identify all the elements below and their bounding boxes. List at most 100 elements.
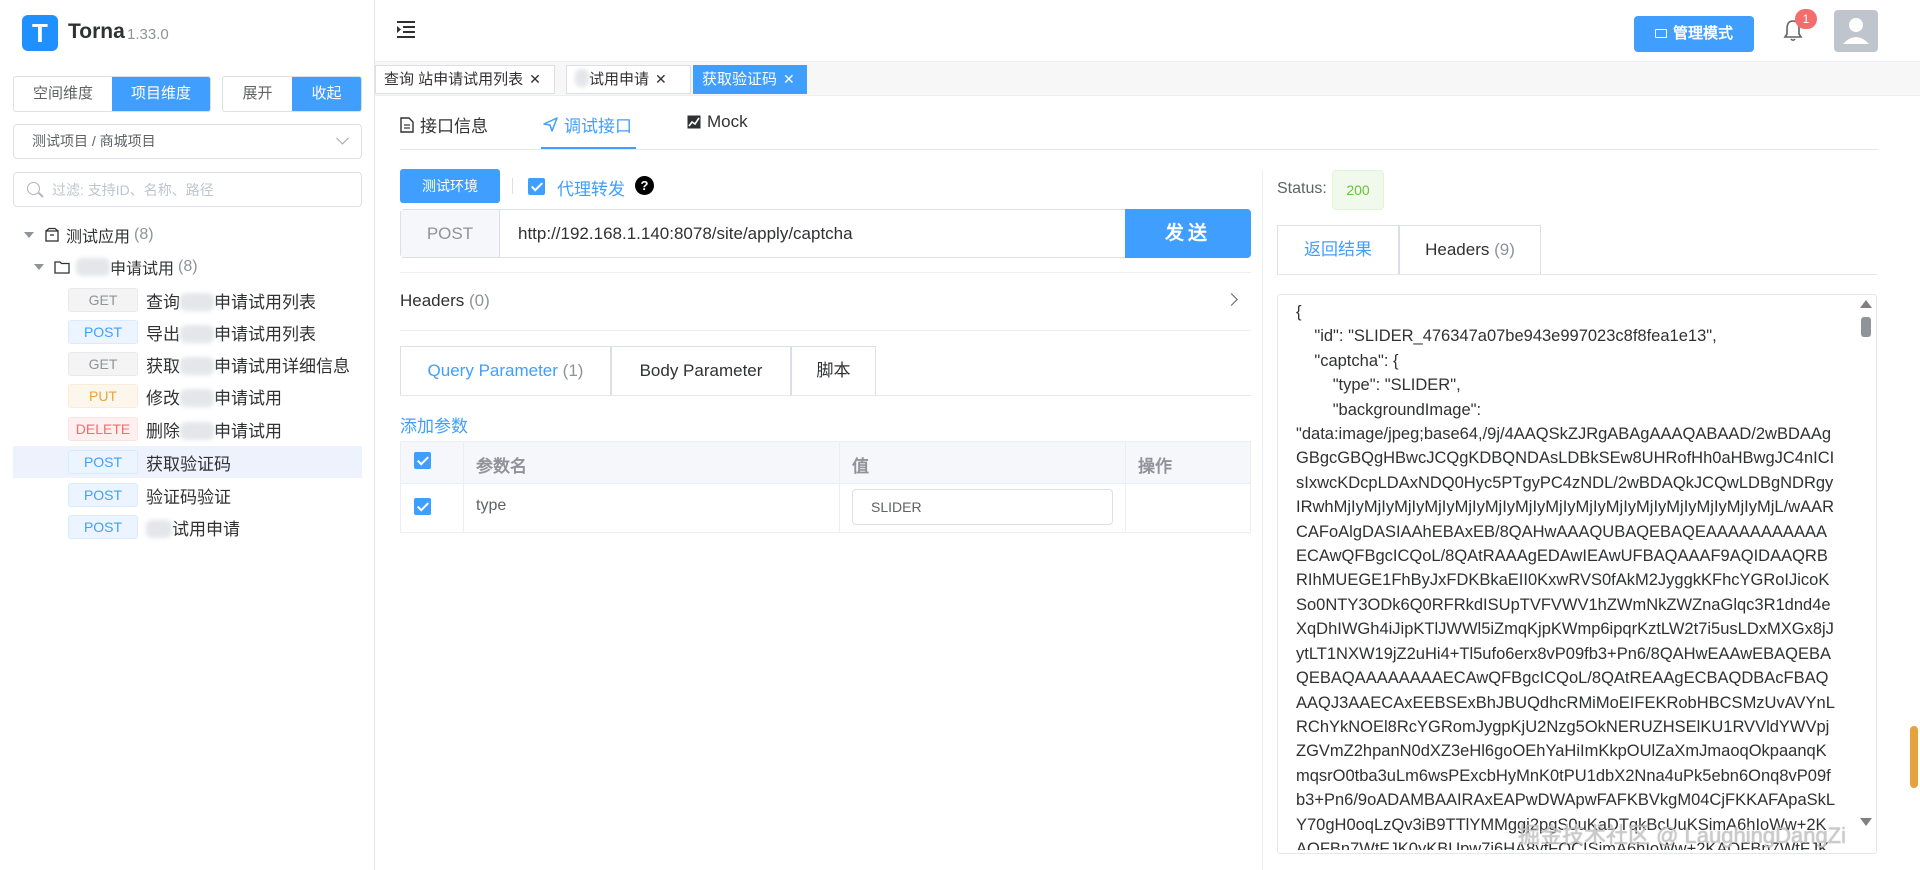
api-item-get-detail[interactable]: GET 获取 申请试用详细信息 [13, 348, 362, 380]
api-item-update[interactable]: PUT 修改 申请试用 [13, 380, 362, 412]
method-badge: POST [68, 320, 138, 344]
question-icon[interactable]: ? [635, 176, 654, 195]
headers-title: Headers (0) [400, 291, 490, 311]
api-name: 申请试用 [214, 421, 282, 441]
test-environment-button[interactable]: 测试环境 [400, 169, 500, 203]
tab-query-list[interactable]: 查询 站申请试用列表 ✕ [375, 65, 555, 94]
close-icon[interactable]: ✕ [529, 71, 541, 87]
param-name-cell: type [476, 497, 507, 514]
box-icon [45, 227, 59, 242]
headers-count: (9) [1494, 240, 1515, 259]
divider [1277, 274, 1877, 275]
project-select-value: 测试项目 / 商城项目 [32, 133, 156, 149]
api-item-get-captcha[interactable]: POST 获取验证码 [13, 446, 362, 478]
project-select[interactable]: 测试项目 / 商城项目 [13, 124, 362, 159]
tab-response-result[interactable]: 返回结果 [1277, 225, 1399, 275]
api-name-prefix: 获取 [146, 356, 180, 376]
api-name: 申请试用详细信息 [214, 356, 350, 376]
menu-fold-icon[interactable] [396, 20, 416, 38]
headers-collapse[interactable] [400, 272, 1251, 331]
project-dimension-button[interactable]: 项目维度 [112, 77, 210, 111]
monitor-icon [1654, 29, 1667, 38]
proxy-checkbox[interactable] [528, 178, 545, 195]
proxy-label[interactable]: 代理转发 [557, 175, 625, 200]
redacted-text [180, 356, 214, 375]
chevron-down-icon [336, 131, 349, 145]
tab-label: Headers [1425, 240, 1490, 259]
headers-count: (0) [469, 291, 490, 310]
api-name: 获取验证码 [146, 454, 231, 474]
close-icon[interactable]: ✕ [655, 71, 667, 87]
method-badge: POST [68, 515, 138, 539]
admin-mode-label: 管理模式 [1672, 25, 1733, 42]
scroll-up-arrow-icon[interactable] [1860, 300, 1872, 308]
filter-input[interactable] [13, 172, 362, 207]
tab-body-parameter[interactable]: Body Parameter [611, 346, 791, 396]
method-badge: PUT [68, 384, 138, 408]
tree-root-label: 测试应用 [66, 229, 131, 246]
api-item-delete[interactable]: DELETE 删除 申请试用 [13, 413, 362, 445]
divider [463, 442, 464, 532]
method-select[interactable]: POST [401, 210, 500, 257]
dimension-toggle: 空间维度 项目维度 [13, 76, 211, 112]
tab-response-headers[interactable]: Headers (9) [1399, 225, 1541, 275]
tab-label: Query Parameter [427, 361, 558, 380]
notification-badge: 1 [1795, 9, 1817, 29]
redacted-text [146, 519, 172, 538]
scrollbar-thumb[interactable] [1861, 317, 1871, 337]
api-name-prefix: 查询 [146, 292, 180, 312]
scroll-down-arrow-icon[interactable] [1860, 818, 1872, 826]
app-version: 1.33.0 [127, 26, 169, 43]
divider [400, 149, 1878, 150]
column-actions: 操作 [1138, 457, 1172, 476]
folder-icon [54, 261, 70, 274]
tab-trial-apply[interactable]: 试用申请 ✕ [566, 65, 691, 94]
api-name: 试用申请 [172, 519, 240, 539]
tab-label: 接口信息 [420, 117, 488, 136]
tab-interface-info[interactable]: 接口信息 [400, 112, 488, 137]
user-icon [1843, 18, 1869, 44]
document-icon [400, 116, 414, 133]
redacted-text [180, 421, 214, 440]
tab-label: 查询 站申请试用列表 [384, 71, 524, 88]
api-item-query-list[interactable]: GET 查询 申请试用列表 [13, 284, 362, 316]
url-input[interactable]: http://192.168.1.140:8078/site/apply/cap… [518, 210, 853, 257]
param-value-input[interactable]: SLIDER [852, 489, 1113, 525]
status-badge: 200 [1332, 170, 1384, 210]
row-checkbox[interactable] [414, 498, 431, 515]
tab-script[interactable]: 脚本 [791, 346, 876, 396]
add-parameter-link[interactable]: 添加参数 [400, 412, 468, 437]
tree-folder[interactable]: 申请试用 (8) [34, 251, 198, 283]
select-all-checkbox[interactable] [414, 452, 431, 469]
column-param-name: 参数名 [476, 457, 527, 476]
method-badge: DELETE [68, 417, 138, 441]
search-icon [27, 182, 40, 195]
expand-button[interactable]: 展开 [223, 77, 292, 111]
headers-label: Headers [400, 291, 465, 310]
api-item-verify-captcha[interactable]: POST 验证码验证 [13, 479, 362, 511]
method-badge: GET [68, 288, 138, 312]
api-name-prefix: 导出 [146, 324, 180, 344]
tab-query-parameter[interactable]: Query Parameter (1) [400, 346, 611, 396]
divider [512, 178, 513, 194]
close-icon[interactable]: ✕ [783, 71, 795, 87]
tab-debug-interface[interactable]: 调试接口 [543, 112, 632, 137]
page-scrollbar[interactable] [1910, 726, 1918, 788]
method-badge: POST [68, 450, 138, 474]
api-name: 验证码验证 [146, 487, 231, 507]
tree-root-app[interactable]: 测试应用 (8) [24, 219, 154, 251]
api-item-export-list[interactable]: POST 导出 申请试用列表 [13, 316, 362, 348]
avatar[interactable] [1834, 10, 1878, 52]
divider [400, 395, 1251, 396]
tree-root-count: (8) [134, 226, 154, 243]
parameter-table-header [401, 442, 1250, 484]
collapse-button[interactable]: 收起 [292, 77, 361, 111]
space-dimension-button[interactable]: 空间维度 [14, 77, 112, 111]
api-name: 申请试用列表 [214, 324, 316, 344]
api-item-trial-apply[interactable]: POST 试用申请 [13, 511, 362, 543]
tab-get-captcha[interactable]: 获取验证码 ✕ [693, 65, 807, 94]
response-body[interactable]: { "id": "SLIDER_476347a07be943e997023c8f… [1296, 300, 1836, 850]
tab-mock[interactable]: Mock [687, 112, 748, 132]
admin-mode-button[interactable]: 管理模式 [1634, 16, 1754, 52]
send-button[interactable]: 发送 [1125, 209, 1251, 258]
